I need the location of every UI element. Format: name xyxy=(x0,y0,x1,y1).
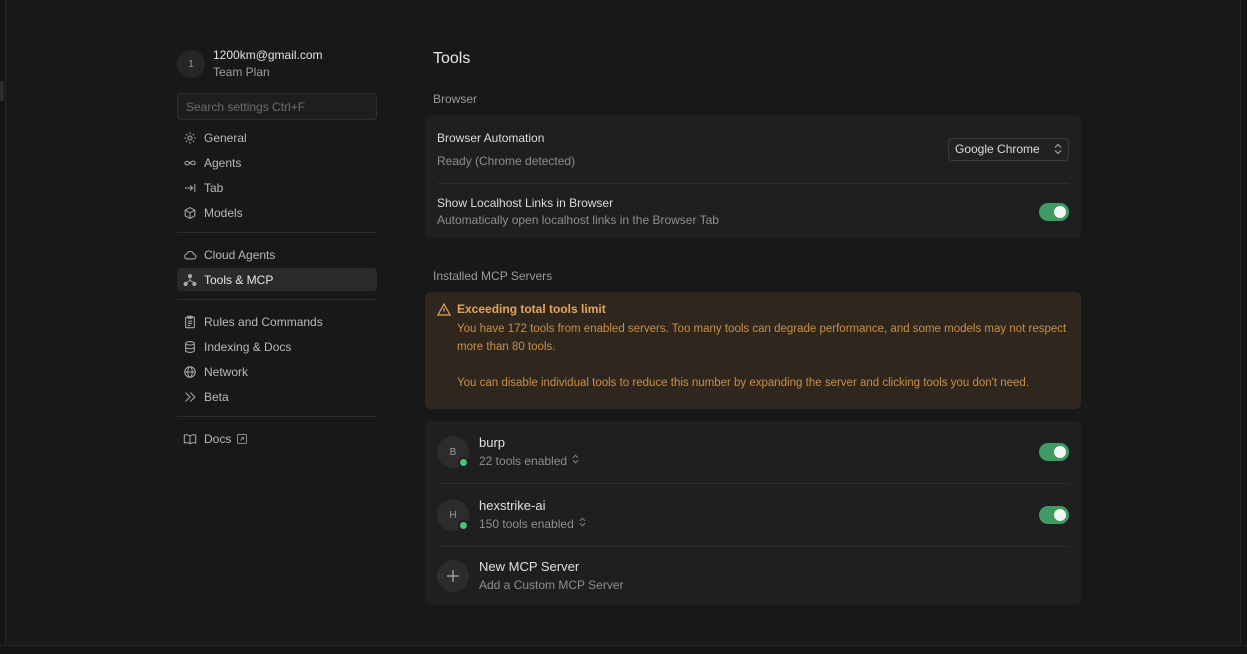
server-tools-count: 22 tools enabled xyxy=(479,454,568,468)
updown-chevron-icon xyxy=(572,452,579,470)
right-scrollbar[interactable] xyxy=(1240,0,1247,654)
sidebar-item-tools-mcp[interactable]: Tools & MCP xyxy=(177,268,377,291)
warning-triangle-icon xyxy=(437,302,457,316)
sidebar-item-label: Tools & MCP xyxy=(204,272,274,287)
account-email: 1200km@gmail.com xyxy=(213,48,323,62)
sidebar-divider xyxy=(177,416,377,417)
sidebar-item-beta[interactable]: Beta xyxy=(177,385,377,408)
double-chevron-icon xyxy=(183,390,197,404)
browser-select[interactable]: Google Chrome xyxy=(948,137,1069,161)
browser-select-value: Google Chrome xyxy=(955,142,1040,156)
cloud-icon xyxy=(183,248,197,262)
status-dot-icon xyxy=(458,520,469,531)
nodes-icon xyxy=(183,273,197,287)
sidebar-item-label: Models xyxy=(204,205,243,220)
browser-automation-title: Browser Automation xyxy=(437,131,545,145)
server-initial: B xyxy=(449,446,457,458)
localhost-links-row: Show Localhost Links in Browser Automati… xyxy=(425,184,1081,239)
sidebar-item-label: Cloud Agents xyxy=(204,247,276,262)
sidebar-item-label: Agents xyxy=(204,155,242,170)
bottom-status-bar xyxy=(0,645,1247,654)
section-label-browser: Browser xyxy=(433,92,478,106)
settings-sidebar: 1 1200km@gmail.com Team Plan General Age… xyxy=(177,44,377,452)
gutter-marker xyxy=(0,81,4,101)
localhost-links-desc: Automatically open localhost links in th… xyxy=(437,212,719,227)
sidebar-item-label: Tab xyxy=(204,180,224,195)
sidebar-item-label: Beta xyxy=(204,389,229,404)
new-server-desc: Add a Custom MCP Server xyxy=(479,578,624,592)
nav-group-more: Rules and Commands Indexing & Docs Netwo… xyxy=(177,310,377,408)
globe-icon xyxy=(183,365,197,379)
localhost-links-title: Show Localhost Links in Browser xyxy=(437,195,614,210)
server-avatar: B xyxy=(437,436,469,468)
new-server-title: New MCP Server xyxy=(479,559,580,574)
external-link-icon xyxy=(237,433,248,444)
sidebar-item-rules[interactable]: Rules and Commands xyxy=(177,310,377,333)
clipboard-icon xyxy=(183,315,197,329)
server-initial: H xyxy=(449,509,457,521)
nav-group-main: General Agents Tab Models xyxy=(177,126,377,224)
search-box[interactable] xyxy=(177,93,377,120)
sidebar-item-label: General xyxy=(204,130,247,145)
nav-group-cloud: Cloud Agents Tools & MCP xyxy=(177,243,377,291)
server-enable-toggle[interactable] xyxy=(1039,443,1069,461)
status-dot-icon xyxy=(458,457,469,468)
sidebar-item-label: Indexing & Docs xyxy=(204,339,292,354)
left-gutter xyxy=(0,0,6,654)
server-name: burp xyxy=(479,435,506,450)
updown-chevron-icon xyxy=(1054,143,1062,155)
server-tools-expander[interactable]: 22 tools enabled xyxy=(479,452,579,470)
sidebar-item-agents[interactable]: Agents xyxy=(177,151,377,174)
account-plan: Team Plan xyxy=(213,65,270,79)
sidebar-item-indexing[interactable]: Indexing & Docs xyxy=(177,335,377,358)
gear-icon xyxy=(183,131,197,145)
sidebar-item-label: Rules and Commands xyxy=(204,314,323,329)
arrow-right-bar-icon xyxy=(183,181,197,195)
settings-main: Tools Browser Browser Automation Ready (… xyxy=(425,44,1081,605)
warning-text-primary: You have 172 tools from enabled servers.… xyxy=(457,323,1067,353)
sidebar-item-tab[interactable]: Tab xyxy=(177,176,377,199)
sidebar-item-docs[interactable]: Docs xyxy=(177,427,377,450)
account-info[interactable]: 1 1200km@gmail.com Team Plan xyxy=(177,44,377,84)
sidebar-item-label: Network xyxy=(204,364,249,379)
server-avatar: H xyxy=(437,499,469,531)
warning-title: Exceeding total tools limit xyxy=(457,302,606,316)
plus-icon xyxy=(437,560,469,592)
new-mcp-server-button[interactable]: New MCP Server Add a Custom MCP Server xyxy=(425,547,1081,605)
warning-text-secondary: You can disable individual tools to redu… xyxy=(457,377,1030,389)
server-enable-toggle[interactable] xyxy=(1039,506,1069,524)
server-tools-count: 150 tools enabled xyxy=(479,517,574,531)
database-icon xyxy=(183,340,197,354)
updown-chevron-icon xyxy=(579,515,586,533)
sidebar-divider xyxy=(177,299,377,300)
avatar: 1 xyxy=(177,50,205,78)
sidebar-divider xyxy=(177,232,377,233)
sidebar-item-general[interactable]: General xyxy=(177,126,377,149)
cube-icon xyxy=(183,206,197,220)
mcp-server-row[interactable]: B burp 22 tools enabled xyxy=(425,421,1081,483)
page-title: Tools xyxy=(433,50,471,67)
localhost-links-toggle[interactable] xyxy=(1039,202,1069,221)
book-icon xyxy=(183,432,197,446)
warning-header: Exceeding total tools limit xyxy=(437,302,1069,316)
tools-limit-warning: Exceeding total tools limit You have 172… xyxy=(425,292,1081,409)
browser-card: Browser Automation Ready (Chrome detecte… xyxy=(425,115,1081,239)
sidebar-item-models[interactable]: Models xyxy=(177,201,377,224)
section-label-mcp: Installed MCP Servers xyxy=(433,269,553,283)
browser-automation-row: Browser Automation Ready (Chrome detecte… xyxy=(425,115,1081,183)
sidebar-item-network[interactable]: Network xyxy=(177,360,377,383)
search-input[interactable] xyxy=(184,98,370,115)
infinity-icon xyxy=(183,156,197,170)
server-name: hexstrike-ai xyxy=(479,498,546,513)
sidebar-item-cloud-agents[interactable]: Cloud Agents xyxy=(177,243,377,266)
sidebar-item-label: Docs xyxy=(204,431,232,446)
browser-automation-status: Ready (Chrome detected) xyxy=(437,154,576,168)
mcp-servers-card: B burp 22 tools enabled H hexstrike-ai 1… xyxy=(425,421,1081,605)
mcp-server-row[interactable]: H hexstrike-ai 150 tools enabled xyxy=(425,484,1081,546)
server-tools-expander[interactable]: 150 tools enabled xyxy=(479,515,586,533)
